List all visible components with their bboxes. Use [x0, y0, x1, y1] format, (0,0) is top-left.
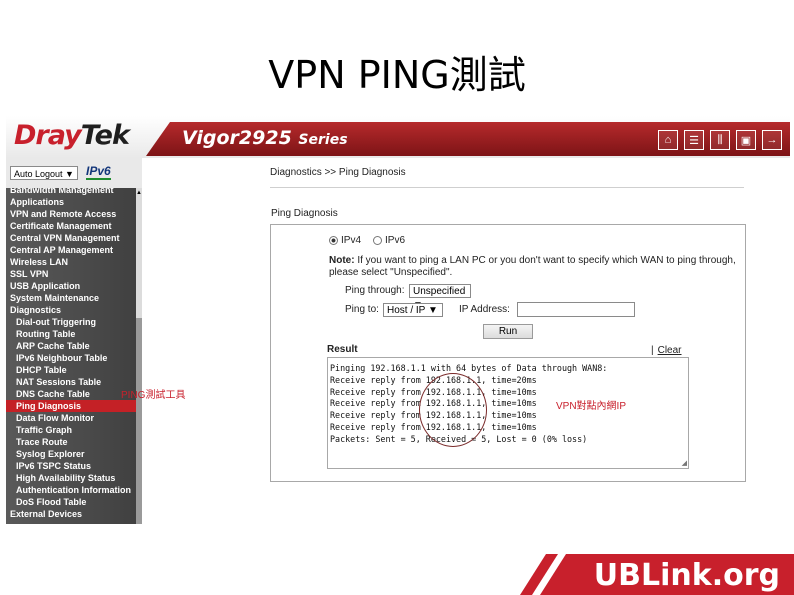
- ipv6-label: IPv6: [385, 235, 406, 246]
- ipv6-logo: IPv6: [86, 164, 111, 180]
- sidebar-item-bandwidth-management[interactable]: Bandwidth Management: [6, 188, 136, 196]
- sidebar-item-wireless-lan[interactable]: Wireless LAN: [6, 256, 136, 268]
- separator: |: [651, 345, 654, 356]
- slide-title: VPN PING測試: [268, 53, 526, 97]
- sidebar-item-ipv6-tspc-status[interactable]: IPv6 TSPC Status: [6, 460, 136, 472]
- model-bar: Vigor2925 Series ⌂ ☰ ⫼ ▣ →: [146, 122, 790, 156]
- sidebar-item-high-availability-status[interactable]: High Availability Status: [6, 472, 136, 484]
- sidebar-item-external-devices[interactable]: External Devices: [6, 508, 136, 520]
- banner-text: UBLink.org: [593, 558, 780, 593]
- sidebar-item-ping-diagnosis[interactable]: Ping Diagnosis: [6, 400, 136, 412]
- router-header: DrayTek Vigor2925 Series ⌂ ☰ ⫼ ▣ →: [6, 116, 790, 158]
- annotation-ping-tool: PING測試工具: [121, 390, 186, 401]
- sidebar-item-system-maintenance[interactable]: System Maintenance: [6, 292, 136, 304]
- ip-address-input[interactable]: [517, 302, 635, 317]
- note-text: Note: If you want to ping a LAN PC or yo…: [329, 255, 739, 279]
- home-icon[interactable]: ⌂: [658, 130, 678, 150]
- sidebar-item-syslog-explorer[interactable]: Syslog Explorer: [6, 448, 136, 460]
- ipv6-radio[interactable]: [373, 236, 383, 245]
- sidebar-item-ipv6-neighbour-table[interactable]: IPv6 Neighbour Table: [6, 352, 136, 364]
- sidebar: Auto Logout ▼ IPv6 Bandwidth Management …: [6, 158, 142, 524]
- sidebar-item-dial-out-triggering[interactable]: Dial-out Triggering: [6, 316, 136, 328]
- sidebar-item-dhcp-table[interactable]: DHCP Table: [6, 364, 136, 376]
- series-label: Series: [298, 132, 348, 148]
- ping-through-select[interactable]: Unspecified ▼: [409, 284, 471, 311]
- brand-left: Dray: [14, 120, 82, 151]
- result-line: Packets: Sent = 5, Received = 5, Lost = …: [330, 433, 588, 444]
- run-button[interactable]: Run: [483, 324, 533, 339]
- sidebar-item-arp-cache-table[interactable]: ARP Cache Table: [6, 340, 136, 352]
- logout-icon[interactable]: →: [762, 130, 782, 150]
- result-textarea[interactable]: Pinging 192.168.1.1 with 64 bytes of Dat…: [327, 357, 689, 469]
- ping-diagnosis-panel: IPv4 IPv6 Note: If you want to ping a LA…: [270, 224, 746, 482]
- sidebar-item-data-flow-monitor[interactable]: Data Flow Monitor: [6, 412, 136, 424]
- note-label: Note:: [329, 255, 355, 266]
- sidebar-scrollbar[interactable]: ▲: [136, 188, 142, 524]
- result-line: Receive reply from 192.168.1.1, time=20m…: [330, 374, 537, 385]
- settings-sliders-icon[interactable]: ⫼: [710, 130, 730, 150]
- sidebar-item-traffic-graph[interactable]: Traffic Graph: [6, 424, 136, 436]
- breadcrumb: Diagnostics >> Ping Diagnosis: [270, 167, 406, 178]
- auto-logout-select[interactable]: Auto Logout ▼: [10, 166, 78, 180]
- note-body: If you want to ping a LAN PC or you don'…: [329, 255, 736, 278]
- clear-area: | Clear: [651, 345, 682, 356]
- result-line: Receive reply from 192.168.1.1, time=10m…: [330, 398, 537, 409]
- sidebar-top: Auto Logout ▼ IPv6: [6, 158, 142, 188]
- annotation-circle: [419, 373, 487, 447]
- draytek-logo: DrayTek: [14, 120, 130, 151]
- sidebar-item-trace-route[interactable]: Trace Route: [6, 436, 136, 448]
- ipv4-label: IPv4: [341, 235, 362, 246]
- result-label: Result: [327, 344, 358, 355]
- model-label: Vigor2925: [182, 127, 292, 149]
- nav-list: Bandwidth Management Applications VPN an…: [6, 188, 136, 520]
- sidebar-item-routing-table[interactable]: Routing Table: [6, 328, 136, 340]
- scroll-thumb[interactable]: [136, 318, 142, 524]
- sidebar-item-diagnostics[interactable]: Diagnostics: [6, 304, 136, 316]
- ipv4-radio[interactable]: [329, 236, 338, 245]
- save-icon[interactable]: ▣: [736, 130, 756, 150]
- list-icon[interactable]: ☰: [684, 130, 704, 150]
- scroll-up-icon[interactable]: ▲: [136, 190, 142, 196]
- ip-address-label: IP Address:: [459, 304, 510, 315]
- sidebar-item-vpn-remote-access[interactable]: VPN and Remote Access: [6, 208, 136, 220]
- sidebar-item-authentication-information[interactable]: Authentication Information: [6, 484, 136, 496]
- model-name: Vigor2925 Series: [182, 127, 348, 149]
- result-line: Pinging 192.168.1.1 with 64 bytes of Dat…: [330, 363, 608, 373]
- section-title: Ping Diagnosis: [271, 208, 338, 219]
- sidebar-item-usb-application[interactable]: USB Application: [6, 280, 136, 292]
- resize-handle-icon[interactable]: ◢: [682, 459, 687, 467]
- clear-link[interactable]: Clear: [658, 345, 682, 356]
- sidebar-item-dos-flood-table[interactable]: DoS Flood Table: [6, 496, 136, 508]
- ping-through-label: Ping through:: [345, 285, 405, 296]
- sidebar-item-central-vpn-management[interactable]: Central VPN Management: [6, 232, 136, 244]
- annotation-vpn-ip: VPN對點內網IP: [556, 401, 627, 412]
- result-line: Receive reply from 192.168.1.1, time=10m…: [330, 386, 537, 397]
- result-line: Receive reply from 192.168.1.1, time=10m…: [330, 421, 537, 432]
- sidebar-item-nat-sessions-table[interactable]: NAT Sessions Table: [6, 376, 136, 388]
- sidebar-item-dns-cache-table[interactable]: DNS Cache Table: [6, 388, 136, 400]
- ip-version-radios: IPv4 IPv6: [329, 235, 405, 246]
- divider: [270, 187, 744, 188]
- ublink-banner: UBLink.org: [520, 554, 794, 595]
- sidebar-item-certificate-management[interactable]: Certificate Management: [6, 220, 136, 232]
- sidebar-item-applications[interactable]: Applications: [6, 196, 136, 208]
- ping-to-label: Ping to:: [345, 304, 379, 315]
- result-line: Receive reply from 192.168.1.1, time=10m…: [330, 410, 537, 421]
- sidebar-item-central-ap-management[interactable]: Central AP Management: [6, 244, 136, 256]
- ping-to-select[interactable]: Host / IP ▼: [383, 303, 443, 317]
- header-icons: ⌂ ☰ ⫼ ▣ →: [658, 130, 782, 150]
- sidebar-item-ssl-vpn[interactable]: SSL VPN: [6, 268, 136, 280]
- brand-right: Tek: [80, 120, 130, 151]
